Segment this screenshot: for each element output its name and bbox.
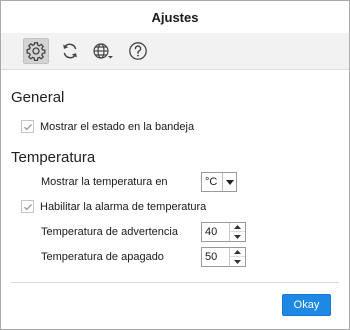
general-section-title: General (11, 89, 65, 106)
toolbar-help-button[interactable] (125, 38, 151, 64)
decrement-icon[interactable] (230, 232, 245, 241)
warning-temperature-spin-buttons (229, 223, 245, 241)
warning-temperature-label: Temperatura de advertencia (41, 226, 178, 238)
shutdown-temperature-label: Temperatura de apagado (41, 251, 164, 263)
shutdown-temperature-stepper[interactable]: 50 (201, 247, 246, 267)
increment-icon[interactable] (230, 223, 245, 232)
show-tray-status-label: Mostrar el estado en la bandeja (40, 120, 195, 133)
shutdown-temperature-value[interactable]: 50 (205, 251, 217, 263)
chevron-down-icon[interactable] (222, 173, 236, 191)
refresh-icon (60, 41, 80, 61)
settings-window: Ajustes General Mostrar el estado en la … (0, 0, 350, 330)
toolbar-general-button[interactable] (23, 38, 49, 64)
toolbar-language-button[interactable] (90, 38, 116, 64)
footer-divider (11, 282, 339, 283)
gear-icon (26, 41, 46, 61)
window-title: Ajustes (151, 9, 199, 25)
temperature-alarm-checkbox[interactable] (21, 200, 34, 213)
temperature-unit-select[interactable]: °C (201, 172, 237, 192)
toolbar (1, 33, 349, 70)
warning-temperature-value[interactable]: 40 (205, 226, 217, 238)
toolbar-update-button[interactable] (57, 38, 83, 64)
globe-icon (92, 41, 114, 61)
ok-button[interactable]: Okay (282, 294, 331, 316)
shutdown-temperature-spin-buttons (229, 248, 245, 266)
show-tray-status-checkbox[interactable] (21, 120, 34, 133)
title-bar: Ajustes (1, 1, 349, 33)
decrement-icon[interactable] (230, 257, 245, 266)
temperature-alarm-option[interactable]: Habilitar la alarma de temperatura (21, 200, 206, 213)
temperature-unit-value: °C (205, 176, 218, 188)
warning-temperature-stepper[interactable]: 40 (201, 222, 246, 242)
help-icon (128, 41, 148, 61)
increment-icon[interactable] (230, 248, 245, 257)
temperature-section-title: Temperatura (11, 149, 96, 166)
temperature-alarm-label: Habilitar la alarma de temperatura (40, 200, 207, 213)
show-tray-status-option[interactable]: Mostrar el estado en la bandeja (21, 120, 194, 133)
temperature-unit-label: Mostrar la temperatura en (41, 176, 168, 188)
